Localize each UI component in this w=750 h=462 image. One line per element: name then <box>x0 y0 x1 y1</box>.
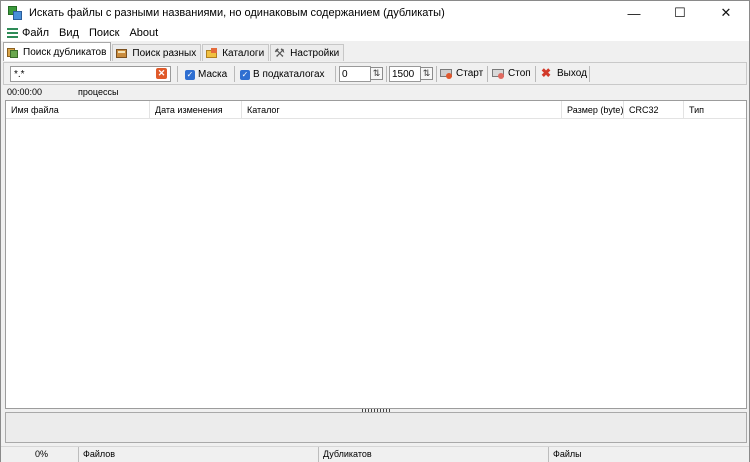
mask-input[interactable] <box>10 66 171 82</box>
column-header-modified-date[interactable]: Дата изменения <box>150 101 242 119</box>
app-window: Искать файлы с разными названиями, но од… <box>0 0 750 462</box>
column-header-type[interactable]: Тип <box>684 101 746 119</box>
exit-button[interactable]: ✖ Выход <box>541 67 587 79</box>
elapsed-time: 00:00:00 <box>7 87 43 97</box>
subdirectories-checkbox[interactable]: ✓ В подкаталогах <box>240 69 325 80</box>
tab-find-duplicates[interactable]: Поиск дубликатов <box>3 42 112 61</box>
start-button[interactable]: Старт <box>440 67 483 79</box>
tab-find-different[interactable]: Поиск разных <box>112 44 202 61</box>
search-toolbar: ✕ ✓ Маска ✓ В подкаталогах ⇅ ⇅ Старт Сто… <box>3 62 747 85</box>
tools-icon: ⚒ <box>274 45 285 60</box>
toolbar-separator <box>386 66 387 82</box>
start-label: Старт <box>456 67 484 79</box>
status-bar: 0% Файлов Дубликатов Файлы <box>1 446 749 462</box>
details-panel <box>5 412 747 443</box>
status-files: Файлы <box>553 449 582 459</box>
exit-x-icon: ✖ <box>541 66 552 80</box>
checkmark-icon: ✓ <box>185 69 195 80</box>
menu-bar: Файл Вид Поиск About <box>1 25 749 41</box>
menu-about[interactable]: About <box>124 27 163 39</box>
toolbar-separator <box>335 66 336 82</box>
duplicates-icon <box>7 47 19 58</box>
mask-checkbox[interactable]: ✓ Маска <box>185 69 227 80</box>
toolbar-separator <box>436 66 437 82</box>
tab-bar: Поиск дубликатов Поиск разных Каталоги ⚒… <box>3 42 345 61</box>
mask-checkbox-label: Маска <box>198 69 228 80</box>
min-size-input[interactable] <box>339 66 371 82</box>
tab-label: Поиск дубликатов <box>23 46 107 58</box>
window-title: Искать файлы с разными названиями, но од… <box>29 7 445 19</box>
maximize-button[interactable]: ☐ <box>657 1 703 25</box>
minimize-button[interactable]: — <box>611 1 657 25</box>
column-header-folder[interactable]: Каталог <box>242 101 562 119</box>
different-files-icon <box>116 48 128 59</box>
toolbar-separator <box>487 66 488 82</box>
title-bar: Искать файлы с разными названиями, но од… <box>1 1 749 25</box>
tab-settings[interactable]: ⚒ Настройки <box>270 44 345 61</box>
tab-label: Настройки <box>290 47 340 59</box>
results-grid[interactable]: Имя файла Дата изменения Каталог Размер … <box>5 100 747 409</box>
window-controls: — ☐ ✕ <box>611 1 749 25</box>
status-duplicates-count: Дубликатов <box>319 447 549 462</box>
min-size-spin-icon[interactable]: ⇅ <box>370 67 383 80</box>
menu-view[interactable]: Вид <box>54 27 84 39</box>
toolbar-separator <box>589 66 590 82</box>
stop-label: Стоп <box>508 67 531 79</box>
app-icon <box>8 6 22 20</box>
column-header-size[interactable]: Размер (byte) <box>562 101 624 119</box>
menu-file[interactable]: Файл <box>18 27 54 39</box>
tab-folders[interactable]: Каталоги <box>202 44 270 61</box>
subdirectories-checkbox-label: В подкаталогах <box>253 69 325 80</box>
column-header-crc32[interactable]: CRC32 <box>624 101 684 119</box>
status-percent: 0% <box>1 447 79 462</box>
tab-label: Поиск разных <box>132 47 197 59</box>
folders-icon <box>206 47 218 59</box>
stop-icon <box>492 67 505 79</box>
status-files-count: Файлов <box>79 447 319 462</box>
clear-mask-icon[interactable]: ✕ <box>156 68 167 79</box>
tab-label: Каталоги <box>222 47 265 59</box>
start-icon <box>440 67 453 79</box>
grid-header: Имя файла Дата изменения Каталог Размер … <box>6 101 746 119</box>
stop-button[interactable]: Стоп <box>492 67 531 79</box>
toolbar-separator <box>234 66 235 82</box>
toolbar-separator <box>535 66 536 82</box>
process-label: процессы <box>78 87 119 97</box>
column-header-file-name[interactable]: Имя файла <box>6 101 150 119</box>
max-size-input[interactable] <box>389 66 421 82</box>
progress-line: 00:00:00 процессы <box>1 86 749 99</box>
toolbar-separator <box>177 66 178 82</box>
exit-label: Выход <box>557 67 587 79</box>
checkmark-icon: ✓ <box>240 69 250 80</box>
menu-icon <box>7 28 18 38</box>
close-button[interactable]: ✕ <box>703 1 749 25</box>
menu-search[interactable]: Поиск <box>84 27 124 39</box>
max-size-spin-icon[interactable]: ⇅ <box>420 67 433 80</box>
